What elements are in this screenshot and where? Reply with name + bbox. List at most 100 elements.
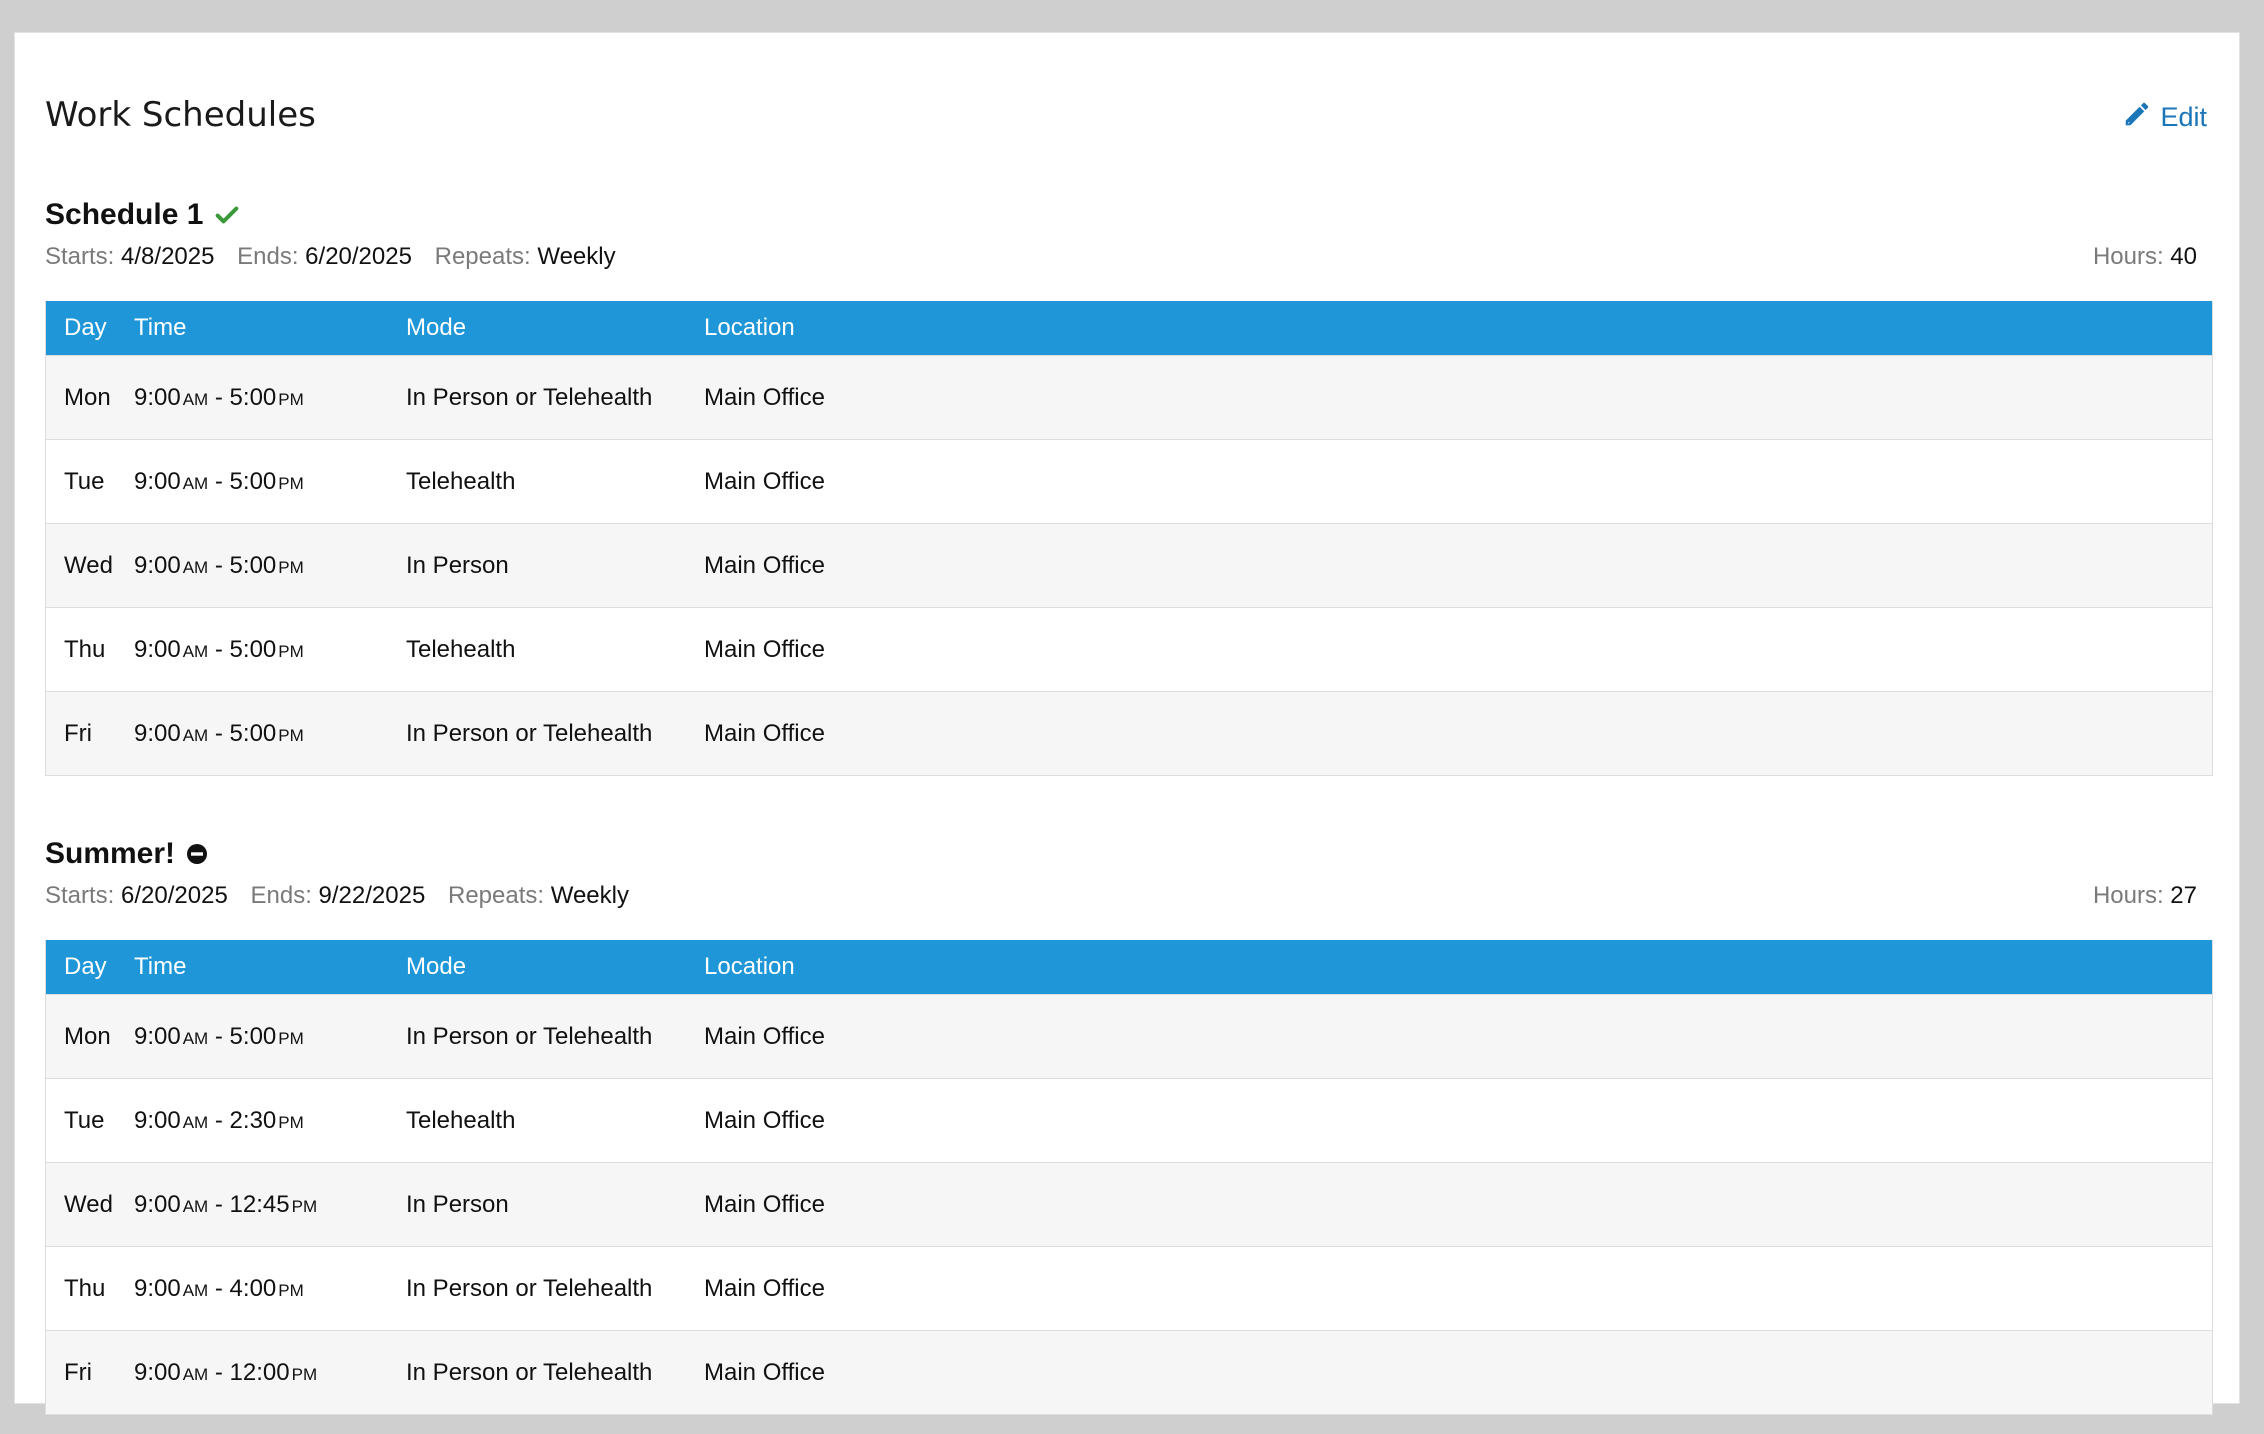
column-header-mode: Mode — [406, 314, 467, 341]
edit-button[interactable]: Edit — [2122, 99, 2207, 136]
column-header-day: Day — [64, 314, 107, 341]
end-ampm: PM — [278, 1028, 304, 1048]
day-cell: Thu — [64, 1274, 106, 1302]
start-time: 9:00 — [134, 1106, 181, 1134]
end-time: 5:00 — [229, 1022, 277, 1050]
column-header-location: Location — [704, 953, 795, 980]
schedule-table: Day Time Mode Location Mon 9:00 AM - 5:00… — [45, 301, 2213, 776]
ends-value: 6/20/2025 — [305, 243, 412, 270]
end-ampm: PM — [278, 641, 304, 661]
mode-cell: In Person or Telehealth — [406, 1022, 653, 1050]
repeats-value: Weekly — [537, 243, 616, 270]
mode-cell: In Person or Telehealth — [406, 1274, 653, 1302]
starts-label: Starts: — [45, 243, 115, 270]
location-cell: Main Office — [704, 1022, 825, 1050]
day-cell: Tue — [64, 467, 105, 495]
end-ampm: PM — [278, 473, 304, 493]
start-ampm: AM — [182, 641, 209, 661]
end-ampm: PM — [278, 1112, 304, 1132]
time-cell: 9:00 AM - 12:00 PM — [134, 1358, 318, 1386]
end-ampm: PM — [278, 557, 304, 577]
mode-cell: Telehealth — [406, 467, 516, 495]
start-time: 9:00 — [134, 1358, 181, 1386]
schedule-hours: Hours: 40 — [2093, 243, 2197, 271]
time-cell: 9:00 AM - 5:00 PM — [134, 467, 304, 495]
day-cell: Wed — [64, 1190, 113, 1218]
column-header-day: Day — [64, 953, 107, 980]
time-cell: 9:00 AM - 2:30 PM — [134, 1106, 304, 1134]
start-time: 9:00 — [134, 467, 181, 495]
table-header: Day Time Mode Location — [46, 301, 2212, 355]
location-cell: Main Office — [704, 1190, 825, 1218]
schedule-card: Schedule 1 Starts: 4/8/2025 Ends: 6/20/2… — [45, 193, 2213, 776]
start-ampm: AM — [182, 389, 209, 409]
location-cell: Main Office — [704, 1106, 825, 1134]
column-header-time: Time — [134, 314, 187, 341]
repeats-value: Weekly — [550, 882, 629, 909]
start-time: 9:00 — [134, 1274, 181, 1302]
repeats-label: Repeats: — [434, 243, 531, 270]
starts-label: Starts: — [45, 882, 115, 909]
ends-label: Ends: — [237, 243, 299, 270]
schedule-title-row: Summer! — [45, 832, 2213, 876]
location-cell: Main Office — [704, 719, 825, 747]
day-cell: Tue — [64, 1106, 105, 1134]
table-row: Mon 9:00 AM - 5:00 PM In Person or Telehea… — [46, 355, 2212, 439]
time-cell: 9:00 AM - 5:00 PM — [134, 383, 304, 411]
mode-cell: In Person — [406, 551, 509, 579]
end-time: 12:00 — [229, 1358, 290, 1386]
start-time: 9:00 — [134, 635, 181, 663]
check-icon — [213, 201, 241, 229]
mode-cell: Telehealth — [406, 635, 516, 663]
ends-value: 9/22/2025 — [318, 882, 426, 909]
minus-circle-icon — [185, 842, 209, 866]
start-ampm: AM — [182, 1280, 209, 1300]
day-cell: Thu — [64, 635, 106, 663]
start-ampm: AM — [182, 1028, 209, 1048]
end-ampm: PM — [278, 1280, 304, 1300]
table-row: Thu 9:00 AM - 5:00 PM Telehealth Main Offi… — [46, 607, 2212, 691]
pencil-icon — [2122, 99, 2152, 136]
hours-value: 27 — [2170, 882, 2197, 909]
time-cell: 9:00 AM - 5:00 PM — [134, 635, 304, 663]
schedule-dates: Starts: 6/20/2025 Ends: 9/22/2025 Repeat… — [45, 882, 645, 910]
starts-value: 6/20/2025 — [121, 882, 228, 909]
location-cell: Main Office — [704, 1274, 825, 1302]
column-header-mode: Mode — [406, 953, 467, 980]
table-row: Wed 9:00 AM - 12:45 PM In Person Main Offi… — [46, 1162, 2212, 1246]
edit-label: Edit — [2160, 102, 2207, 132]
schedule-meta: Starts: 6/20/2025 Ends: 9/22/2025 Repeat… — [45, 880, 2213, 916]
table-header: Day Time Mode Location — [46, 940, 2212, 994]
schedule-table: Day Time Mode Location Mon 9:00 AM - 5:00… — [45, 940, 2213, 1415]
column-header-location: Location — [704, 314, 795, 341]
end-ampm: PM — [278, 389, 304, 409]
time-cell: 9:00 AM - 5:00 PM — [134, 551, 304, 579]
day-cell: Mon — [64, 383, 111, 411]
time-cell: 9:00 AM - 5:00 PM — [134, 1022, 304, 1050]
end-time: 5:00 — [229, 383, 277, 411]
location-cell: Main Office — [704, 551, 825, 579]
schedule-meta: Starts: 4/8/2025 Ends: 6/20/2025 Repeats… — [45, 241, 2213, 277]
table-row: Mon 9:00 AM - 5:00 PM In Person or Telehea… — [46, 994, 2212, 1078]
time-cell: 9:00 AM - 4:00 PM — [134, 1274, 304, 1302]
schedule-name: Schedule 1 — [45, 198, 204, 231]
day-cell: Fri — [64, 719, 92, 747]
table-row: Thu 9:00 AM - 4:00 PM In Person or Telehea… — [46, 1246, 2212, 1330]
end-time: 4:00 — [229, 1274, 277, 1302]
day-cell: Fri — [64, 1358, 92, 1386]
table-row: Tue 9:00 AM - 5:00 PM Telehealth Main Offi… — [46, 439, 2212, 523]
end-time: 5:00 — [229, 467, 277, 495]
start-ampm: AM — [182, 473, 209, 493]
schedule-dates: Starts: 4/8/2025 Ends: 6/20/2025 Repeats… — [45, 243, 632, 271]
table-row: Wed 9:00 AM - 5:00 PM In Person Main Offic… — [46, 523, 2212, 607]
start-ampm: AM — [182, 557, 209, 577]
hours-label: Hours: — [2092, 243, 2164, 270]
end-ampm: PM — [291, 1364, 318, 1384]
time-cell: 9:00 AM - 12:45 PM — [134, 1190, 318, 1218]
location-cell: Main Office — [704, 467, 825, 495]
location-cell: Main Office — [704, 635, 825, 663]
mode-cell: Telehealth — [406, 1106, 516, 1134]
day-cell: Mon — [64, 1022, 111, 1050]
end-time: 5:00 — [229, 551, 277, 579]
table-row: Tue 9:00 AM - 2:30 PM Telehealth Main Offi… — [46, 1078, 2212, 1162]
